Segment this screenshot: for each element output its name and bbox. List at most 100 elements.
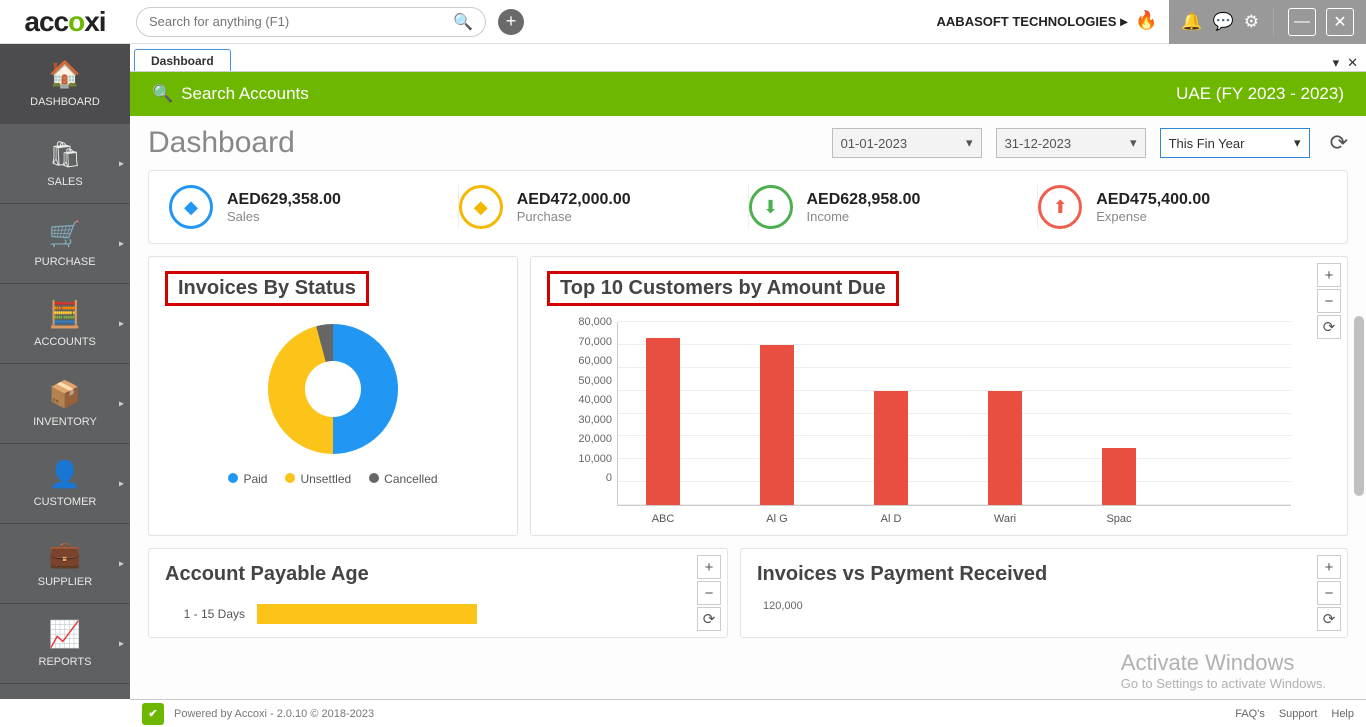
widget-title: Top 10 Customers by Amount Due <box>547 271 899 306</box>
logo-text: accoxi <box>24 6 105 38</box>
cart-icon: 🛒 <box>49 219 81 250</box>
search-icon: 🔍 <box>152 84 173 104</box>
chevron-right-icon: ▸ <box>119 558 124 569</box>
legend-cancelled: Cancelled <box>384 472 437 486</box>
hbar <box>257 604 477 624</box>
sidebar-item-dashboard[interactable]: 🏠 DASHBOARD <box>0 44 130 124</box>
sidebar-item-label: PURCHASE <box>34 256 95 268</box>
global-search[interactable]: 🔍 <box>136 7 486 37</box>
chevron-right-icon: ▸ <box>119 238 124 249</box>
widget-title: Account Payable Age <box>165 563 369 585</box>
flame-icon: 🔥 <box>1135 10 1159 34</box>
chevron-right-icon: ▸ <box>119 398 124 409</box>
search-icon[interactable]: 🔍 <box>453 12 473 32</box>
widget-title: Invoices vs Payment Received <box>757 563 1047 585</box>
sidebar-item-label: REPORTS <box>39 656 92 668</box>
kpi-label: Purchase <box>517 209 631 224</box>
from-date-value: 01-01-2023 <box>841 136 908 151</box>
bell-icon[interactable]: 🔔 <box>1181 12 1202 32</box>
scrollbar[interactable] <box>1354 316 1364 496</box>
tab-close-icon[interactable]: ✕ <box>1347 55 1358 71</box>
from-date-field[interactable]: 01-01-2023 ▾ <box>832 128 982 158</box>
refresh-button[interactable]: ⟳ <box>1330 130 1348 156</box>
donut-chart <box>268 324 398 454</box>
search-accounts-button[interactable]: 🔍 Search Accounts <box>152 84 309 104</box>
widget-refresh-button[interactable]: ⟳ <box>697 607 721 631</box>
sidebar-item-purchase[interactable]: 🛒 PURCHASE ▸ <box>0 204 130 284</box>
period-value: This Fin Year <box>1169 136 1245 151</box>
page-title: Dashboard <box>148 126 818 160</box>
sidebar-item-label: SALES <box>47 176 82 188</box>
widget-collapse-button[interactable]: − <box>1317 581 1341 605</box>
sales-icon: ◆ <box>169 185 213 229</box>
chevron-right-icon: ▸ <box>119 158 124 169</box>
widget-refresh-button[interactable]: ⟳ <box>1317 607 1341 631</box>
minimize-button[interactable]: — <box>1288 8 1316 36</box>
kpi-amount: AED475,400.00 <box>1096 191 1210 209</box>
topbar: accoxi 🔍 + AABASOFT TECHNOLOGIES ▸ 🔥 🔔 💬… <box>0 0 1366 44</box>
chevron-right-icon: ▸ <box>119 318 124 329</box>
sidebar-item-inventory[interactable]: 📦 INVENTORY ▸ <box>0 364 130 444</box>
fiscal-year-label: UAE (FY 2023 - 2023) <box>1176 84 1344 104</box>
kpi-amount: AED629,358.00 <box>227 191 341 209</box>
sidebar-item-label: SUPPLIER <box>38 576 92 588</box>
chevron-down-icon: ▾ <box>966 135 973 151</box>
legend-paid: Paid <box>243 472 267 486</box>
chevron-down-icon: ▾ <box>1130 135 1137 151</box>
widget-collapse-button[interactable]: − <box>697 581 721 605</box>
user-icon: 👤 <box>49 459 81 490</box>
sidebar-item-label: ACCOUNTS <box>34 336 96 348</box>
tab-dropdown-icon[interactable]: ▾ <box>1333 55 1340 71</box>
widget-expand-button[interactable]: + <box>697 555 721 579</box>
document-tabs: Dashboard ▾ ✕ <box>130 44 1366 72</box>
footer-powered: Powered by Accoxi - 2.0.10 © 2018-2023 <box>174 708 374 720</box>
sidebar-item-customer[interactable]: 👤 CUSTOMER ▸ <box>0 444 130 524</box>
invoices-vs-payment-widget: + − ⟳ Invoices vs Payment Received 120,0… <box>740 548 1348 638</box>
company-switcher[interactable]: AABASOFT TECHNOLOGIES ▸ <box>937 13 1128 30</box>
period-dropdown[interactable]: This Fin Year ▾ <box>1160 128 1310 158</box>
global-search-input[interactable] <box>149 14 453 29</box>
sidebar-item-supplier[interactable]: 💼 SUPPLIER ▸ <box>0 524 130 604</box>
widget-expand-button[interactable]: + <box>1317 263 1341 287</box>
widget-expand-button[interactable]: + <box>1317 555 1341 579</box>
to-date-field[interactable]: 31-12-2023 ▾ <box>996 128 1146 158</box>
account-payable-widget: + − ⟳ Account Payable Age 1 - 15 Days <box>148 548 728 638</box>
ytick-label: 120,000 <box>763 600 1331 612</box>
chevron-down-icon: ▾ <box>1294 135 1301 151</box>
sidebar-item-sales[interactable]: 🛍 SALES ▸ <box>0 124 130 204</box>
kpi-label: Income <box>807 209 921 224</box>
workspace: Dashboard ▾ ✕ 🔍 Search Accounts UAE (FY … <box>130 44 1366 699</box>
close-button[interactable]: ✕ <box>1326 8 1354 36</box>
sidebar-item-accounts[interactable]: 🧮 ACCOUNTS ▸ <box>0 284 130 364</box>
footer-support-link[interactable]: Support <box>1279 708 1318 720</box>
search-accounts-label: Search Accounts <box>181 84 309 104</box>
kpi-label: Sales <box>227 209 341 224</box>
kpi-sales: ◆ AED629,358.00 Sales <box>169 185 459 229</box>
footer-logo-icon: ✔ <box>142 703 164 725</box>
kpi-label: Expense <box>1096 209 1210 224</box>
income-icon: ⬇ <box>749 185 793 229</box>
inventory-icon: 📦 <box>49 379 81 410</box>
chevron-right-icon: ▸ <box>119 638 124 649</box>
gear-icon[interactable]: ⚙ <box>1244 12 1259 32</box>
kpi-amount: AED628,958.00 <box>807 191 921 209</box>
chevron-right-icon: ▸ <box>1120 13 1127 30</box>
invoices-by-status-widget: Invoices By Status Paid Unsettled Cancel… <box>148 256 518 536</box>
sidebar-item-reports[interactable]: 📈 REPORTS ▸ <box>0 604 130 684</box>
calculator-icon: 🧮 <box>49 299 81 330</box>
sidebar-item-label: DASHBOARD <box>30 96 100 108</box>
quick-add-button[interactable]: + <box>498 9 524 35</box>
chevron-right-icon: ▸ <box>119 478 124 489</box>
footer-help-link[interactable]: Help <box>1331 708 1354 720</box>
tab-dashboard[interactable]: Dashboard <box>134 49 231 71</box>
expense-icon: ⬆ <box>1038 185 1082 229</box>
chat-icon[interactable]: 💬 <box>1213 12 1234 32</box>
sidebar-item-label: CUSTOMER <box>34 496 97 508</box>
context-bar: 🔍 Search Accounts UAE (FY 2023 - 2023) <box>130 72 1366 116</box>
bar-chart: 80,00070,00060,00050,00040,00030,00020,0… <box>547 306 1331 506</box>
purchase-icon: ◆ <box>459 185 503 229</box>
footer: ✔ Powered by Accoxi - 2.0.10 © 2018-2023… <box>130 699 1366 727</box>
footer-faqs-link[interactable]: FAQ's <box>1235 708 1265 720</box>
page: Dashboard 01-01-2023 ▾ 31-12-2023 ▾ This… <box>130 116 1366 699</box>
title-actions: 🔔 💬 ⚙ — ✕ <box>1169 0 1366 44</box>
